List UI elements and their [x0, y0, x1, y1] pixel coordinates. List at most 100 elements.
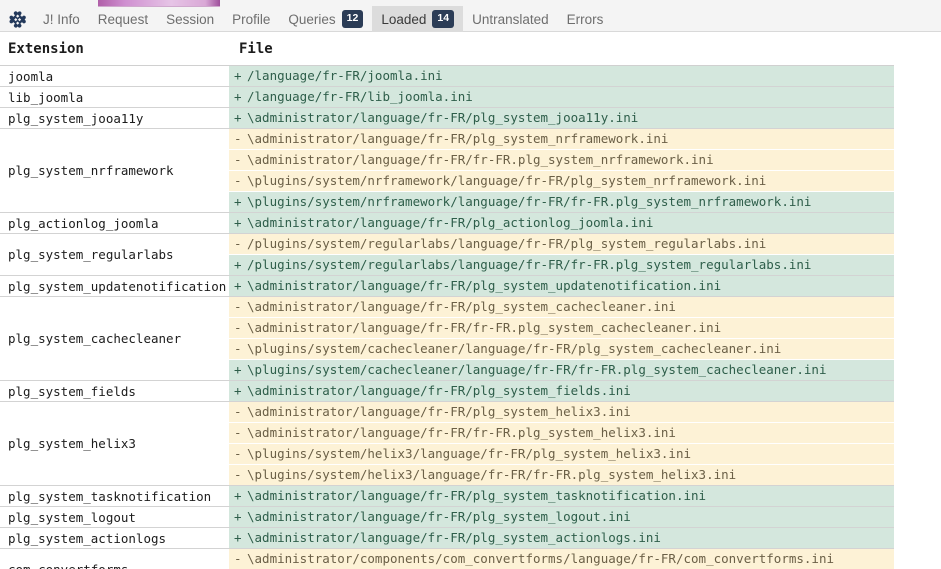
file-path-missing: - \administrator/language/fr-FR/plg_syste… — [229, 297, 894, 317]
file-path-text: /language/fr-FR/joomla.ini — [247, 68, 443, 83]
file-paths-cell: - \administrator/language/fr-FR/plg_syste… — [229, 128, 894, 213]
file-path-missing: - \administrator/language/fr-FR/fr-FR.plg… — [229, 149, 894, 170]
plus-icon: + — [234, 215, 242, 230]
file-paths-cell: + \administrator/language/fr-FR/plg_syste… — [229, 506, 894, 528]
plus-icon: + — [234, 110, 242, 125]
file-path-loaded: + \administrator/language/fr-FR/plg_syste… — [229, 507, 894, 527]
joomla-logo-icon[interactable] — [0, 6, 34, 32]
file-path-loaded: + \administrator/language/fr-FR/plg_syste… — [229, 276, 894, 296]
file-path-text: \administrator/language/fr-FR/plg_action… — [247, 215, 654, 230]
minus-icon: - — [234, 467, 242, 482]
table-row: plg_system_helix3- \administrator/languag… — [0, 401, 894, 486]
tab-queries[interactable]: Queries 12 — [279, 6, 372, 32]
column-header-extension[interactable]: Extension — [0, 32, 229, 66]
file-path-text: \plugins/system/nrframework/language/fr-… — [247, 194, 812, 209]
file-path-text: \administrator/language/fr-FR/fr-FR.plg_… — [247, 152, 714, 167]
minus-icon: - — [234, 425, 242, 440]
tab-label: J! Info — [43, 11, 80, 27]
extension-name-cell: plg_system_fields — [0, 380, 229, 402]
file-path-loaded: + \plugins/system/nrframework/language/fr… — [229, 191, 894, 212]
file-paths-cell: + \administrator/language/fr-FR/plg_syste… — [229, 275, 894, 297]
debug-toolbar: J! Info Request Session Profile Queries 12 Loa… — [0, 0, 941, 32]
file-path-text: \administrator/language/fr-FR/plg_system… — [247, 299, 676, 314]
table-row: lib_joomla + /language/fr-FR/lib_joomla.in… — [0, 86, 894, 108]
minus-icon: - — [234, 320, 242, 335]
file-path-loaded: + \administrator/language/fr-FR/plg_syste… — [229, 381, 894, 401]
file-path-missing: - \administrator/language/fr-FR/fr-FR.plg… — [229, 317, 894, 338]
minus-icon: - — [234, 551, 242, 566]
extension-name-cell: joomla — [0, 65, 229, 87]
table-row: plg_system_regularlabs -/plugins/system/r… — [0, 233, 894, 276]
file-path-missing: - \plugins/system/helix3/language/fr-FR/p… — [229, 443, 894, 464]
loaded-files-table: Extension File joomla + /language/fr-FR/jo… — [0, 32, 894, 569]
file-paths-cell: + \administrator/language/fr-FR/plg_syste… — [229, 485, 894, 507]
minus-icon: - — [234, 299, 242, 314]
tab-loaded[interactable]: Loaded 14 — [372, 6, 464, 32]
file-paths-cell: + \administrator/language/fr-FR/plg_syste… — [229, 380, 894, 402]
file-path-loaded: + /language/fr-FR/joomla.ini — [229, 66, 894, 86]
plus-icon: + — [234, 383, 242, 398]
tab-count-badge: 14 — [432, 10, 455, 28]
tab-label: Request — [97, 11, 149, 27]
file-path-loaded: + /plugins/system/regularlabs/language/fr… — [229, 254, 894, 275]
plus-icon: + — [234, 194, 242, 209]
extension-name-cell: plg_system_regularlabs — [0, 233, 229, 276]
file-path-text: \plugins/system/nrframework/language/fr-… — [247, 173, 767, 188]
tab-request[interactable]: Request — [89, 6, 157, 32]
file-path-missing: - \administrator/language/fr-FR/plg_syste… — [229, 402, 894, 422]
file-path-missing: - \plugins/system/cachecleaner/language/f… — [229, 338, 894, 359]
tab-untranslated[interactable]: Untranslated — [463, 6, 558, 32]
plus-icon: + — [234, 278, 242, 293]
tab-errors[interactable]: Errors — [558, 6, 613, 32]
file-paths-cell: + \administrator/language/fr-FR/plg_syste… — [229, 107, 894, 129]
tab-profile[interactable]: Profile — [223, 6, 279, 32]
plus-icon: + — [234, 509, 242, 524]
file-path-text: \administrator/language/fr-FR/plg_system… — [247, 110, 639, 125]
tab-label: Session — [166, 11, 215, 27]
file-path-text: \administrator/language/fr-FR/plg_system… — [247, 383, 631, 398]
file-path-text: \plugins/system/cachecleaner/language/fr… — [247, 362, 827, 377]
minus-icon: - — [234, 404, 242, 419]
plus-icon: + — [234, 362, 242, 377]
debug-toolbar-tabs: J! Info Request Session Profile Queries 12 Loa… — [0, 6, 941, 32]
file-path-loaded: + /language/fr-FR/lib_joomla.ini — [229, 87, 894, 107]
tab-j-info[interactable]: J! Info — [34, 6, 89, 32]
file-paths-cell: - \administrator/language/fr-FR/plg_syste… — [229, 401, 894, 486]
file-path-text: \administrator/language/fr-FR/plg_system… — [247, 404, 631, 419]
table-row: plg_system_updatenotification + \administr… — [0, 275, 894, 297]
tab-label: Loaded — [381, 11, 427, 27]
table-row: plg_system_actionlogs + \administrator/lan… — [0, 527, 894, 549]
file-path-text: \plugins/system/cachecleaner/language/fr… — [247, 341, 782, 356]
extension-name-cell: plg_system_helix3 — [0, 401, 229, 486]
file-paths-cell: -/plugins/system/regularlabs/language/fr… — [229, 233, 894, 276]
file-path-loaded: + \administrator/language/fr-FR/plg_actio… — [229, 213, 894, 233]
extension-name-cell: plg_system_jooa11y — [0, 107, 229, 129]
minus-icon: - — [234, 152, 242, 167]
table-row: plg_system_tasknotification + \administrat… — [0, 485, 894, 507]
file-paths-cell: - \administrator/language/fr-FR/plg_syste… — [229, 296, 894, 381]
file-path-text: \plugins/system/helix3/language/fr-FR/pl… — [247, 446, 692, 461]
file-path-text: \administrator/language/fr-FR/fr-FR.plg_… — [247, 425, 676, 440]
extension-name-cell: plg_actionlog_joomla — [0, 212, 229, 234]
file-path-text: \administrator/language/fr-FR/plg_system… — [247, 488, 707, 503]
tab-session[interactable]: Session — [157, 6, 223, 32]
table-row: plg_system_fields + \administrator/languag… — [0, 380, 894, 402]
extension-name-cell: com_convertforms — [0, 548, 229, 569]
minus-icon: - — [234, 341, 242, 356]
file-path-text: \administrator/components/com_convertfor… — [247, 551, 834, 566]
table-row: plg_system_nrframework - \administrator/la… — [0, 128, 894, 213]
minus-icon: - — [234, 446, 242, 461]
file-path-missing: - \plugins/system/nrframework/language/fr… — [229, 170, 894, 191]
plus-icon: + — [234, 530, 242, 545]
file-path-text: /plugins/system/regularlabs/language/fr-… — [247, 236, 767, 251]
file-paths-cell: + \administrator/language/fr-FR/plg_actio… — [229, 212, 894, 234]
file-paths-cell: + \administrator/language/fr-FR/plg_syste… — [229, 527, 894, 549]
minus-icon: - — [234, 236, 242, 251]
extension-name-cell: plg_system_nrframework — [0, 128, 229, 213]
table-header-row: Extension File — [0, 32, 894, 66]
file-paths-cell: + /language/fr-FR/joomla.ini — [229, 65, 894, 87]
column-header-file[interactable]: File — [229, 32, 894, 66]
file-path-loaded: + \administrator/language/fr-FR/plg_syste… — [229, 486, 894, 506]
table-row: com_convertforms-\administrator/componen… — [0, 548, 894, 569]
table-row: plg_system_jooa11y + \administrator/langua… — [0, 107, 894, 129]
